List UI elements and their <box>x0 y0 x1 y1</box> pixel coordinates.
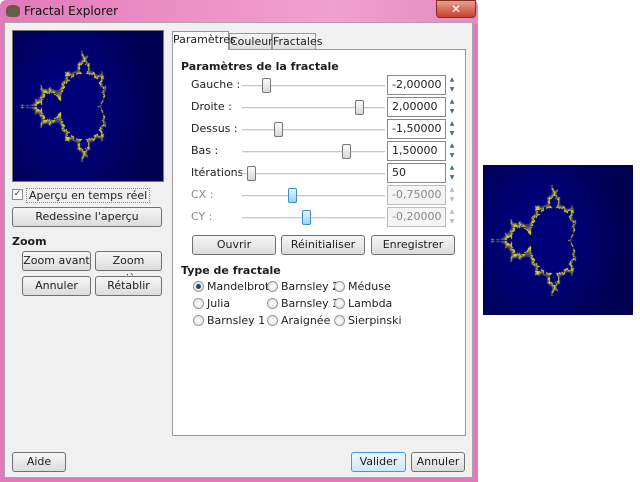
spin-up-icon[interactable]: ▲ <box>447 163 457 173</box>
open-button[interactable]: Ouvrir <box>192 235 276 255</box>
fractal-preview[interactable] <box>12 30 164 182</box>
param-label: Dessus : <box>191 122 238 135</box>
param-slider-thumb[interactable] <box>262 78 272 93</box>
spin-up-icon[interactable]: ▲ <box>447 207 457 217</box>
zoom-section-title: Zoom <box>12 235 47 248</box>
param-label: Droite : <box>191 100 232 113</box>
realtime-preview-label[interactable]: Aperçu en temps réel <box>26 188 151 203</box>
param-label: Gauche : <box>191 78 241 91</box>
param-slider-thumb[interactable] <box>246 166 256 181</box>
param-slider-track[interactable] <box>242 217 385 219</box>
spin-arrows[interactable]: ▲ ▼ <box>447 207 457 227</box>
save-button[interactable]: Enregistrer <box>371 235 455 255</box>
param-slider-thumb[interactable] <box>288 188 298 203</box>
fractal-type-option[interactable]: Araignée <box>281 314 330 327</box>
param-value-input[interactable]: 1,50000 <box>387 141 446 161</box>
fractal-type-option[interactable]: Barnsley 2 <box>281 280 339 293</box>
fractal-result-image <box>483 165 633 315</box>
fractal-type-option[interactable]: Sierpinski <box>348 314 402 327</box>
window-title: Fractal Explorer <box>24 4 119 18</box>
param-value-input[interactable]: -0,20000 <box>387 207 446 227</box>
fractal-type-option[interactable]: Barnsley 3 <box>281 297 339 310</box>
reset-button[interactable]: Réinitialiser <box>281 235 365 255</box>
fractal-type-radio[interactable] <box>334 298 345 309</box>
spin-up-icon[interactable]: ▲ <box>447 141 457 151</box>
spin-arrows[interactable]: ▲ ▼ <box>447 119 457 139</box>
fractal-type-option[interactable]: Barnsley 1 <box>207 314 265 327</box>
fractal-type-title: Type de fractale <box>181 264 281 277</box>
fractal-type-radio[interactable] <box>334 315 345 326</box>
fractal-type-option[interactable]: Mandelbrot <box>207 280 269 293</box>
spin-down-icon[interactable]: ▼ <box>447 173 457 183</box>
param-label: CX : <box>191 188 214 201</box>
param-label: CY : <box>191 210 213 223</box>
fractal-type-radio[interactable] <box>193 281 204 292</box>
cancel-button[interactable]: Annuler <box>411 452 465 472</box>
tab-parametres[interactable]: Paramètres <box>172 31 236 50</box>
spin-arrows[interactable]: ▲ ▼ <box>447 75 457 95</box>
fractal-type-radio[interactable] <box>193 298 204 309</box>
undo-zoom-button[interactable]: Annuler <box>22 276 91 296</box>
param-slider-thumb[interactable] <box>302 210 312 225</box>
redo-zoom-button[interactable]: Rétablir <box>95 276 162 296</box>
help-button[interactable]: Aide <box>12 452 66 472</box>
spin-up-icon[interactable]: ▲ <box>447 185 457 195</box>
param-value-input[interactable]: -2,00000 <box>387 75 446 95</box>
zoom-in-button[interactable]: Zoom avant <box>22 251 91 271</box>
fractal-type-radio[interactable] <box>267 298 278 309</box>
param-value-input[interactable]: 50 <box>387 163 446 183</box>
params-section-title: Paramètres de la fractale <box>181 60 339 73</box>
fractal-type-option[interactable]: Lambda <box>348 297 392 310</box>
zoom-out-button[interactable]: Zoom arrière <box>95 251 162 285</box>
spin-down-icon[interactable]: ▼ <box>447 195 457 205</box>
param-slider-track[interactable] <box>242 151 385 153</box>
redraw-preview-button[interactable]: Redessine l'aperçu <box>12 207 162 227</box>
spin-arrows[interactable]: ▲ ▼ <box>447 97 457 117</box>
spin-down-icon[interactable]: ▼ <box>447 107 457 117</box>
spin-up-icon[interactable]: ▲ <box>447 119 457 129</box>
param-slider-thumb[interactable] <box>355 100 365 115</box>
spin-down-icon[interactable]: ▼ <box>447 151 457 161</box>
param-label: Bas : <box>191 144 219 157</box>
spin-arrows[interactable]: ▲ ▼ <box>447 141 457 161</box>
close-icon: ✕ <box>450 2 462 16</box>
param-slider-track[interactable] <box>242 173 385 175</box>
spin-up-icon[interactable]: ▲ <box>447 75 457 85</box>
param-slider-track[interactable] <box>242 195 385 197</box>
realtime-preview-checkbox[interactable]: ✓ <box>12 189 23 200</box>
spin-down-icon[interactable]: ▼ <box>447 129 457 139</box>
param-value-input[interactable]: -1,50000 <box>387 119 446 139</box>
fractal-type-option[interactable]: Méduse <box>348 280 391 293</box>
spin-down-icon[interactable]: ▼ <box>447 217 457 227</box>
param-value-input[interactable]: -0,75000 <box>387 185 446 205</box>
param-slider-thumb[interactable] <box>273 122 283 137</box>
spin-down-icon[interactable]: ▼ <box>447 85 457 95</box>
param-slider-thumb[interactable] <box>342 144 352 159</box>
ok-button[interactable]: Valider <box>351 452 406 472</box>
spin-arrows[interactable]: ▲ ▼ <box>447 163 457 183</box>
param-value-input[interactable]: 2,00000 <box>387 97 446 117</box>
gimp-app-icon <box>6 5 20 17</box>
fractal-type-radio[interactable] <box>193 315 204 326</box>
spin-up-icon[interactable]: ▲ <box>447 97 457 107</box>
tab-fractales[interactable]: Fractales <box>272 33 322 50</box>
fractal-type-radio[interactable] <box>267 315 278 326</box>
fractal-type-radio[interactable] <box>334 281 345 292</box>
close-button[interactable]: ✕ <box>436 0 476 18</box>
spin-arrows[interactable]: ▲ ▼ <box>447 185 457 205</box>
fractal-type-option[interactable]: Julia <box>207 297 230 310</box>
fractal-type-radio[interactable] <box>267 281 278 292</box>
param-slider-track[interactable] <box>242 129 385 131</box>
